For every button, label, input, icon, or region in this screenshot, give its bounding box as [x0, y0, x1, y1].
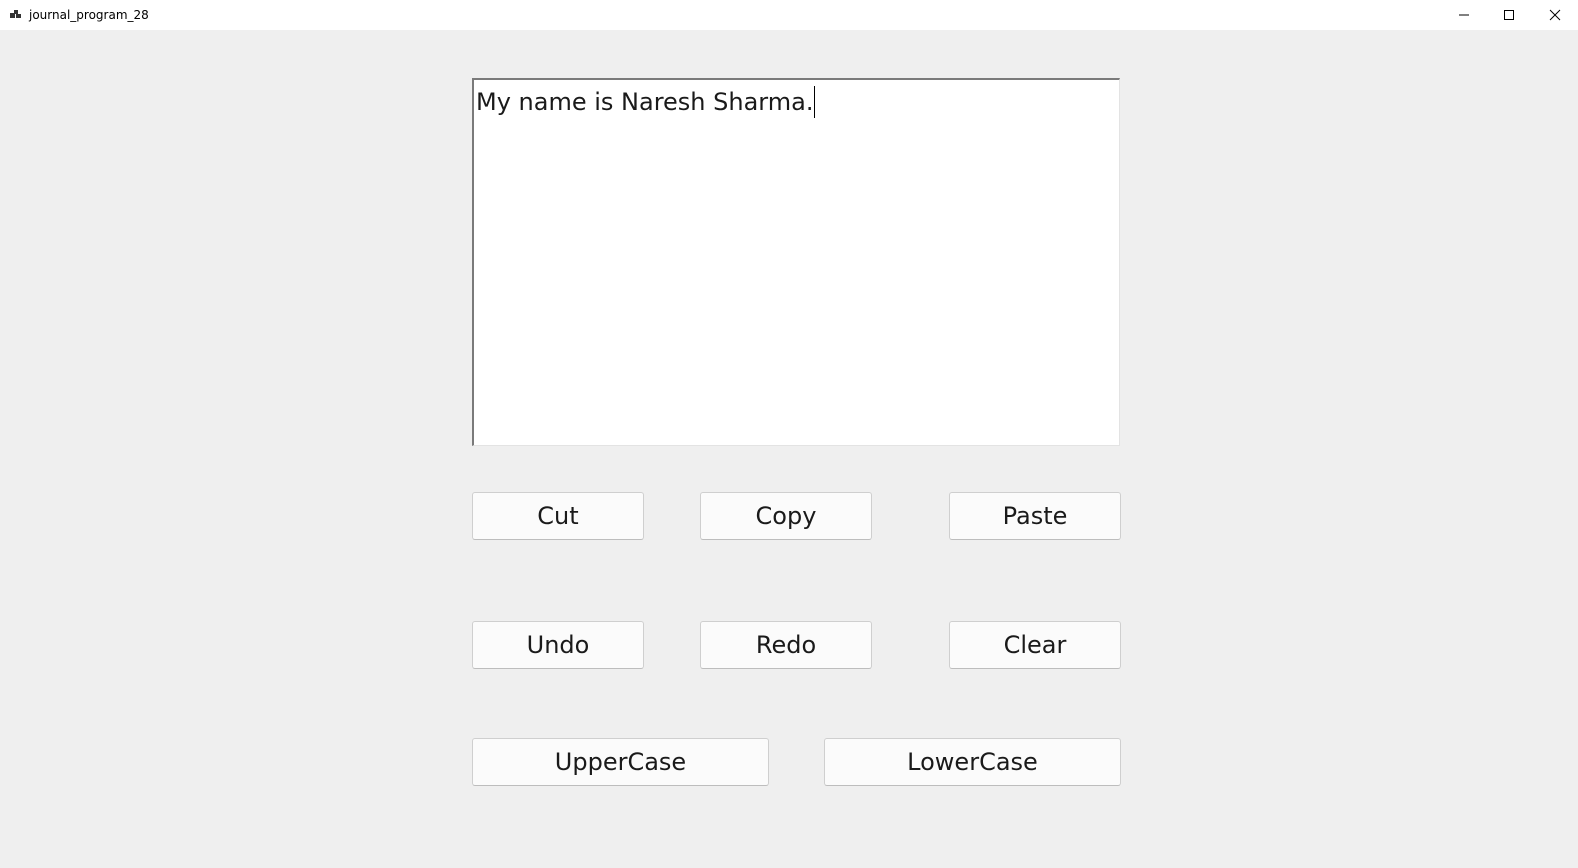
undo-button[interactable]: Undo: [472, 621, 644, 669]
text-editor[interactable]: My name is Naresh Sharma.: [472, 78, 1120, 446]
uppercase-button[interactable]: UpperCase: [472, 738, 769, 786]
editor-text: My name is Naresh Sharma.: [476, 88, 814, 116]
maximize-button[interactable]: [1486, 0, 1532, 30]
copy-button[interactable]: Copy: [700, 492, 872, 540]
cut-button[interactable]: Cut: [472, 492, 644, 540]
app-window: journal_program_28 My name is Naresh Sha…: [0, 0, 1578, 868]
maximize-icon: [1504, 10, 1514, 20]
redo-button[interactable]: Redo: [700, 621, 872, 669]
minimize-button[interactable]: [1441, 0, 1487, 30]
clear-button[interactable]: Clear: [949, 621, 1121, 669]
paste-button[interactable]: Paste: [949, 492, 1121, 540]
close-button[interactable]: [1532, 0, 1578, 30]
minimize-icon: [1459, 14, 1469, 16]
editor-content[interactable]: My name is Naresh Sharma.: [476, 86, 816, 118]
window-title: journal_program_28: [29, 8, 149, 22]
app-icon: [10, 10, 21, 18]
close-icon: [1549, 9, 1561, 21]
text-caret: [814, 86, 816, 118]
title-bar[interactable]: journal_program_28: [0, 0, 1578, 30]
lowercase-button[interactable]: LowerCase: [824, 738, 1121, 786]
